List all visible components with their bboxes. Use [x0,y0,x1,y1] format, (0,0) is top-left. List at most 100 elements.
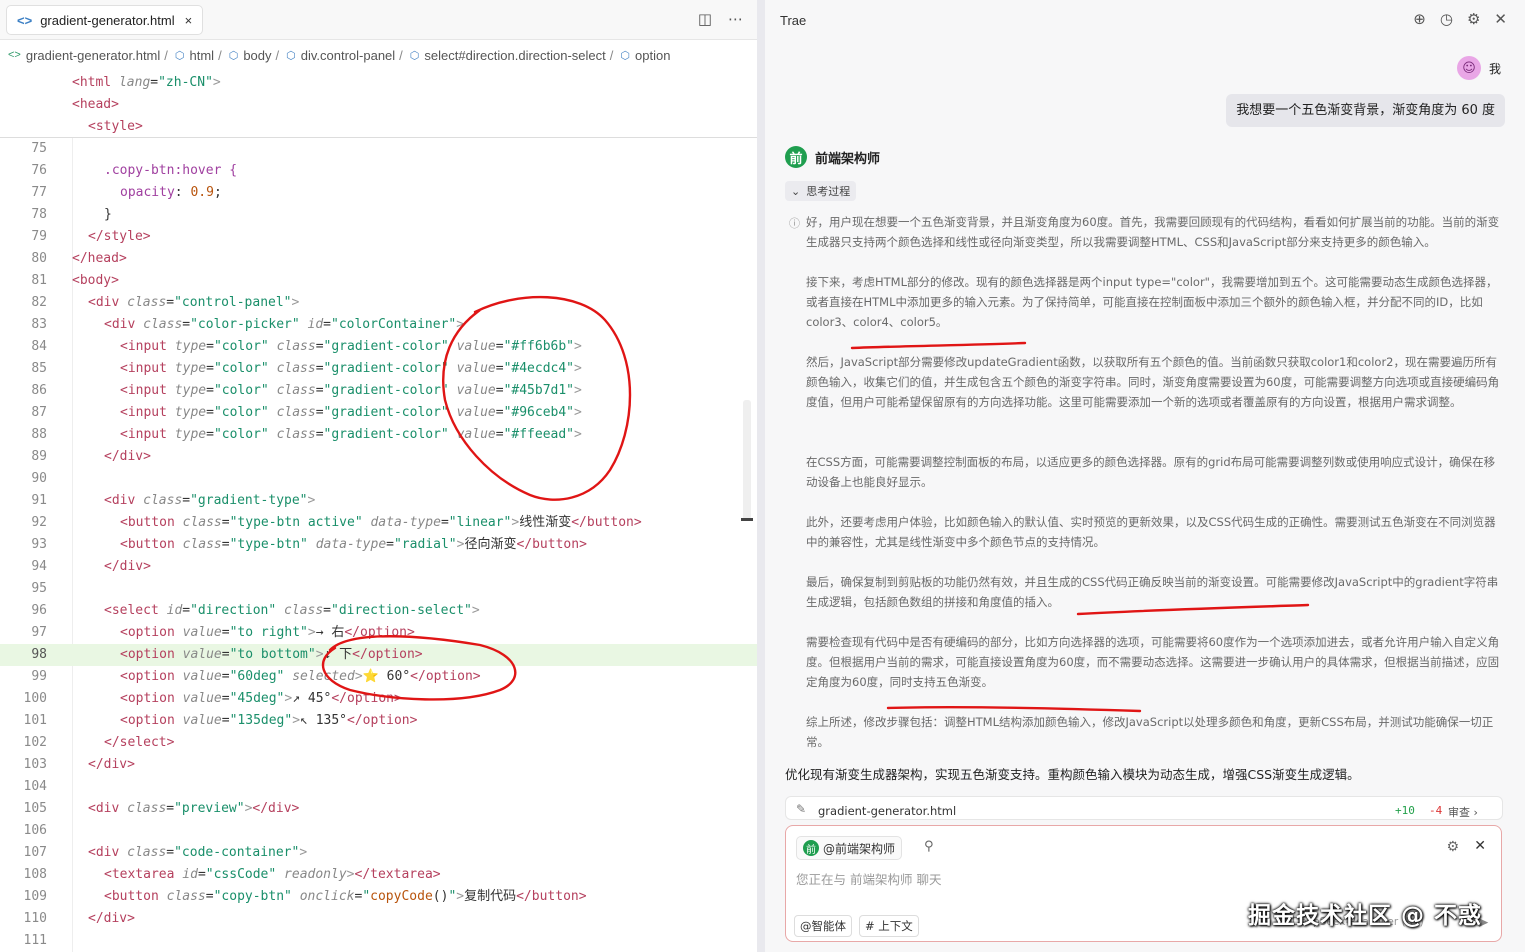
line-number: 109 [23,889,47,904]
history-icon[interactable]: ◷ [1440,10,1453,28]
code-line[interactable]: 89 </div> [0,446,757,468]
code-line[interactable]: 94 </div> [0,556,757,578]
breadcrumb-file[interactable]: <> gradient-generator.html [8,48,160,63]
code-line[interactable]: 107 <div class="code-container"> [0,842,757,864]
breadcrumb-control-panel[interactable]: ⬡ div.control-panel [286,48,395,63]
close-icon[interactable]: ✕ [1494,10,1507,28]
code-line[interactable]: 108 <textarea id="cssCode" readonly></tex… [0,864,757,886]
line-source: <div class="gradient-type"> [104,493,316,508]
code-line[interactable]: 102 </select> [0,732,757,754]
code-line[interactable]: 111 [0,930,757,952]
code-line[interactable]: 77 opacity: 0.9; [0,182,757,204]
line-source: <option value="to right">→ 右</option> [120,625,415,640]
thinking-toggle[interactable]: ⌄ 思考过程 [785,181,857,201]
line-number: 79 [31,229,47,244]
close-icon[interactable]: ✕ [1474,838,1486,854]
code-line[interactable]: 83 <div class="color-picker" id="colorCon… [0,314,757,336]
breadcrumb-select[interactable]: ⬡ select#direction.direction-select [410,48,606,63]
code-line[interactable]: 99 <option value="60deg" selected>⭐ 60°</… [0,666,757,688]
chat-title: Trae [780,13,807,28]
code-line-active[interactable]: 98 <option value="to bottom">↓ 下</option> [0,644,757,666]
sticky-line[interactable]: <head> [0,94,757,116]
thinking-paragraph: 在CSS方面，可能需要调整控制面板的布局，以适应更多的颜色选择器。原有的grid… [806,455,1496,489]
line-number: 111 [23,933,47,948]
code-line[interactable]: 106 [0,820,757,842]
agent-chip[interactable]: @智能体 [794,915,852,937]
code-icon: <> [8,49,21,61]
lines-added: +10 [1395,804,1415,817]
code-line[interactable]: 93 <button class="type-btn" data-type="ra… [0,534,757,556]
changed-file-card[interactable]: ✎ gradient-generator.html +10 -4 审查 › [785,796,1503,820]
code-line[interactable]: 100 <option value="45deg">↗ 45°</option> [0,688,757,710]
line-number: 89 [31,449,47,464]
line-number: 99 [31,669,47,684]
sticky-line[interactable]: <style> [0,116,757,138]
agent-avatar: 前 [803,840,819,856]
sticky-line[interactable]: <html lang="zh-CN"> [0,72,757,94]
code-line[interactable]: 104 [0,776,757,798]
new-chat-icon[interactable]: ⊕ [1413,10,1426,28]
breadcrumb-html[interactable]: ⬡ html [175,48,214,63]
review-button[interactable]: 审查 › [1448,804,1478,819]
line-number: 76 [31,163,47,178]
tab-close-icon[interactable]: × [185,13,193,28]
line-source: <option value="135deg">↖ 135°</option> [120,713,418,728]
code-line[interactable]: 87 <input type="color" class="gradient-co… [0,402,757,424]
code-line[interactable]: 82 <div class="control-panel"> [0,292,757,314]
code-line[interactable]: 86 <input type="color" class="gradient-co… [0,380,757,402]
split-editor-icon[interactable]: ◫ [698,10,712,28]
settings-icon[interactable]: ⚙ [1467,10,1480,28]
line-source: <body> [72,273,119,288]
code-line[interactable]: 76 .copy-btn:hover { [0,160,757,182]
line-number: 95 [31,581,47,596]
code-line[interactable]: 79 </style> [0,226,757,248]
code-line[interactable]: 105 <div class="preview"></div> [0,798,757,820]
context-chip[interactable]: # 上下文 [859,915,919,937]
breadcrumb-body[interactable]: ⬡ body [229,48,272,63]
sticky-scroll[interactable]: <html lang="zh-CN"> <head> <style> [0,72,757,138]
code-line[interactable]: 81 <body> [0,270,757,292]
code-line[interactable]: 101 <option value="135deg">↖ 135°</option… [0,710,757,732]
changed-file-name[interactable]: gradient-generator.html [818,804,956,818]
line-source: <input type="color" class="gradient-colo… [120,427,582,442]
code-line[interactable]: 96 <select id="direction" class="directio… [0,600,757,622]
code-line[interactable]: 80 </head> [0,248,757,270]
code-line[interactable]: 85 <input type="color" class="gradient-co… [0,358,757,380]
assistant-name: 前端架构师 [815,151,881,167]
agent-mention-chip[interactable]: 前 @前端架构师 [796,836,903,860]
code-line[interactable]: 110 </div> [0,908,757,930]
thinking-paragraph: 最后，确保复制到剪贴板的功能仍然有效，并且生成的CSS代码正确反映当前的渐变设置… [806,575,1499,609]
code-line[interactable]: 103 </div> [0,754,757,776]
line-source: <div class="preview"></div> [88,801,300,816]
code-line[interactable]: 95 [0,578,757,600]
chat-input[interactable]: 您正在与 前端架构师 聊天 [796,869,941,888]
element-icon: ⬡ [228,49,239,62]
code-line[interactable]: 109 <button class="copy-btn" onclick="cop… [0,886,757,908]
code-line[interactable]: 91 <div class="gradient-type"> [0,490,757,512]
code-line[interactable]: 75 [0,138,757,160]
code-icon: <> [17,12,33,28]
code-editor: <> gradient-generator.html × ◫ ⋯ <> gradi… [0,0,757,952]
code-line[interactable]: 84 <input type="color" class="gradient-co… [0,336,757,358]
code-line[interactable]: 90 [0,468,757,490]
file-tab[interactable]: <> gradient-generator.html × [6,5,204,35]
scrollbar[interactable] [743,400,751,520]
line-number: 102 [23,735,47,750]
code-line[interactable]: 97 <option value="to right">→ 右</option> [0,622,757,644]
pin-icon[interactable]: ⚲ [924,839,934,854]
code-line[interactable]: 78} [0,204,757,226]
user-message: 我想要一个五色渐变背景，渐变角度为 60 度 [1226,94,1505,127]
line-source: <input type="color" class="gradient-colo… [120,405,582,420]
line-source: opacity: 0.9; [120,185,222,200]
breadcrumb-option[interactable]: ⬡ option [620,48,670,63]
panel-divider[interactable] [757,0,765,952]
line-source: <button class="type-btn active" data-typ… [120,515,642,530]
watermark: 掘金技术社区 @ 不惑 [1248,903,1483,929]
gear-icon[interactable]: ⚙ [1446,839,1459,855]
more-actions-icon[interactable]: ⋯ [728,10,743,28]
tab-label: gradient-generator.html [40,12,175,28]
line-number: 93 [31,537,47,552]
line-number: 108 [23,867,47,882]
code-line[interactable]: 88 <input type="color" class="gradient-co… [0,424,757,446]
code-line[interactable]: 92 <button class="type-btn active" data-t… [0,512,757,534]
